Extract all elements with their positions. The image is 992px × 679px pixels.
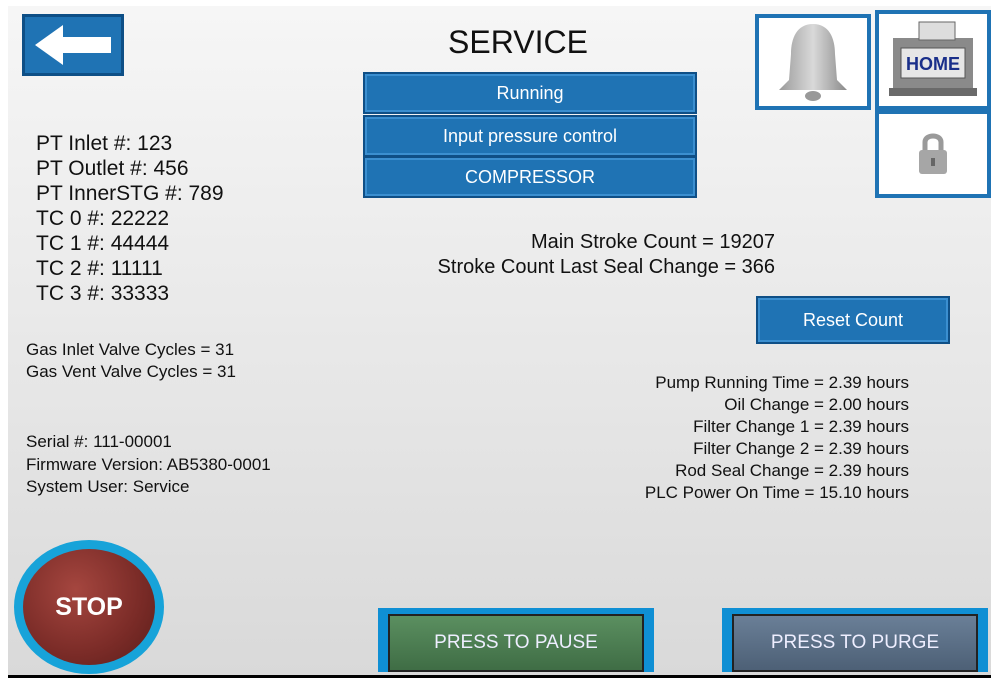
reset-count-button[interactable]: Reset Count — [756, 296, 950, 344]
sensor-tc2: TC 2 #: 11111 — [36, 257, 163, 280]
sensor-pt-innerstg: PT InnerSTG #: 789 — [36, 182, 224, 205]
sensor-tc0: TC 0 #: 22222 — [36, 207, 170, 230]
stop-button-frame: STOP — [14, 540, 164, 674]
status-running-button[interactable]: Running — [363, 72, 697, 114]
sensor-tc1: TC 1 #: 44444 — [36, 232, 170, 255]
rod-seal-change-time: Rod Seal Change = 2.39 hours — [675, 461, 909, 480]
lock-icon — [919, 133, 947, 174]
lock-button[interactable] — [875, 110, 991, 198]
bell-icon — [779, 24, 847, 101]
compressor-button[interactable]: COMPRESSOR — [363, 156, 697, 198]
gas-inlet-valve-cycles: Gas Inlet Valve Cycles = 31 — [26, 340, 235, 359]
press-to-purge-button[interactable]: PRESS TO PURGE — [732, 614, 978, 672]
firmware-version: Firmware Version: AB5380-0001 — [26, 455, 271, 474]
stop-button[interactable]: STOP — [23, 549, 155, 665]
input-pressure-control-button[interactable]: Input pressure control — [363, 115, 697, 157]
home-button[interactable]: HOME — [875, 10, 991, 110]
service-panel: SERVICE Running Input pressure control C… — [8, 6, 991, 675]
plc-power-on-time: PLC Power On Time = 15.10 hours — [644, 483, 909, 502]
alarm-button[interactable] — [755, 14, 871, 110]
sensor-tc3: TC 3 #: 33333 — [36, 282, 170, 305]
stroke-count-last-seal-change: Stroke Count Last Seal Change = 366 — [437, 256, 775, 278]
home-label: HOME — [906, 54, 960, 74]
press-to-pause-button[interactable]: PRESS TO PAUSE — [388, 614, 644, 672]
purge-button-frame: PRESS TO PURGE — [722, 608, 988, 672]
serial-number: Serial #: 111-00001 — [26, 432, 172, 451]
system-user: System User: Service — [26, 477, 190, 496]
gas-vent-valve-cycles: Gas Vent Valve Cycles = 31 — [26, 362, 236, 381]
main-stroke-count: Main Stroke Count = 19207 — [530, 231, 775, 253]
sensor-pt-inlet: PT Inlet #: 123 — [36, 132, 173, 155]
sensor-pt-outlet: PT Outlet #: 456 — [36, 157, 189, 180]
filter-change-1-time: Filter Change 1 = 2.39 hours — [693, 417, 909, 436]
pump-running-time: Pump Running Time = 2.39 hours — [655, 373, 909, 392]
oil-change-time: Oil Change = 2.00 hours — [724, 395, 909, 414]
filter-change-2-time: Filter Change 2 = 2.39 hours — [693, 439, 909, 458]
pause-button-frame: PRESS TO PAUSE — [378, 608, 654, 672]
